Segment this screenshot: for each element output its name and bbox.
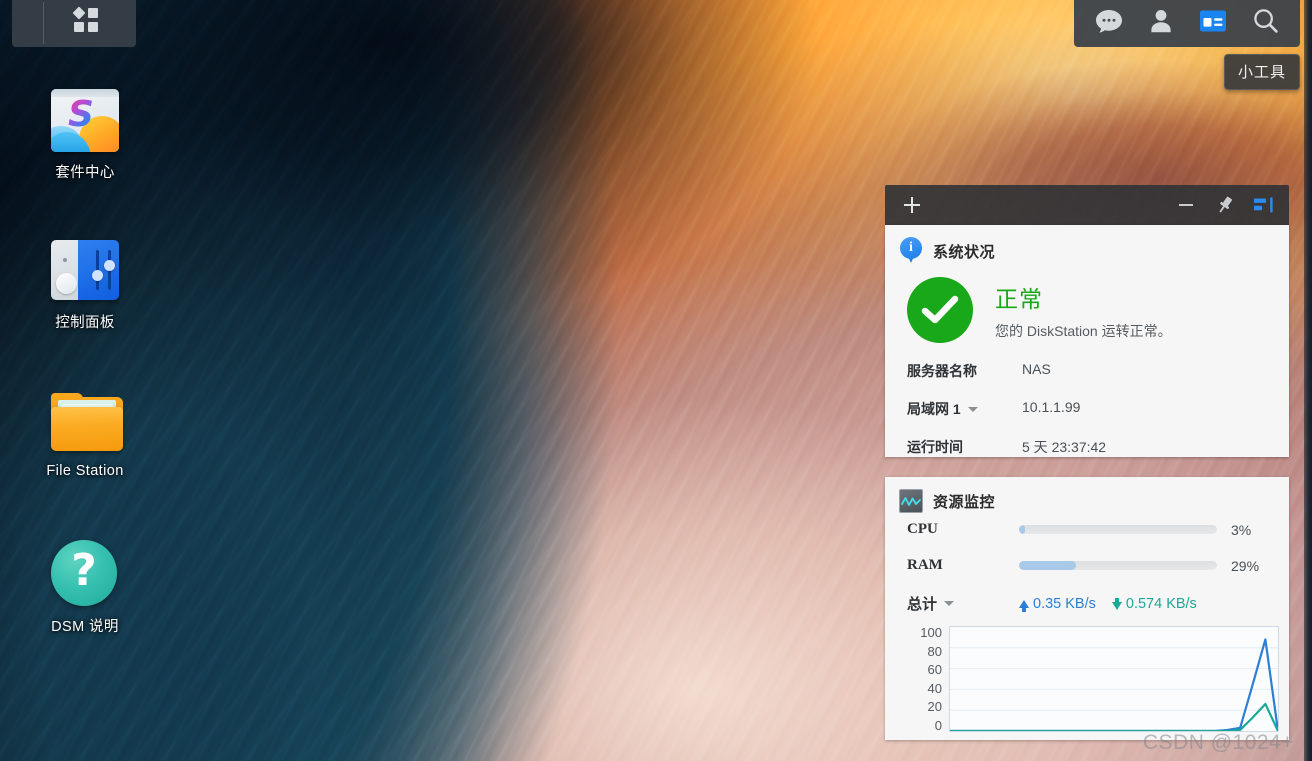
cpu-progress-fill [1019,525,1025,534]
package-center-icon: S [51,84,119,152]
desktop-icon-control-panel[interactable]: 控制面板 [22,234,148,332]
chart-series-line [950,639,1278,731]
ram-progress-fill [1019,561,1077,570]
network-row: 总计 0.35 KB/s 0.574 KB/s [885,593,1289,614]
system-health-title-row: i 系统状况 [885,225,1289,273]
desktop-icon-package-center[interactable]: S 套件中心 [22,84,148,182]
download-rate-value: 0.574 KB/s [1125,595,1197,612]
resource-monitor-card: 资源监控 CPU 3% RAM 29% 总计 0.35 KB/s 0.574 K… [885,477,1289,740]
chart-y-tick: 60 [927,662,942,678]
screen-edge [1304,0,1312,761]
chart-series-line [950,704,1278,731]
network-chart: 100 80 60 40 20 0 [885,624,1289,740]
chart-y-tick: 0 [934,717,942,733]
grid-menu-icon [71,6,99,33]
resource-monitor-icon [899,489,923,513]
minimize-button[interactable] [1171,190,1201,220]
notifications-icon[interactable] [1086,0,1132,43]
info-icon: i [899,237,923,265]
system-status-description: 您的 DiskStation 运转正常。 [995,322,1172,339]
desktop-icon-label: 套件中心 [55,165,115,181]
chevron-down-icon[interactable] [967,406,978,412]
taskbar-tray [1074,0,1300,47]
info-key: 服务器名称 [907,363,977,379]
cpu-value: 3% [1231,521,1252,538]
desktop-icon-label: DSM 说明 [51,619,119,635]
download-rate: 0.574 KB/s [1111,595,1197,612]
ram-value: 29% [1231,557,1260,574]
taskbar-divider [43,2,44,44]
chart-y-tick: 20 [927,699,942,715]
system-health-status: 正常 您的 DiskStation 运转正常。 [885,273,1289,361]
upload-rate: 0.35 KB/s [1019,596,1096,612]
file-station-icon [51,386,123,454]
info-row-server-name: 服务器名称 NAS [885,361,1289,381]
info-value: 10.1.1.99 [1022,399,1081,415]
info-key-lan-label: 局域网 1 [907,401,961,417]
info-key: 运行时间 [907,439,963,455]
desktop-icon-label: 控制面板 [55,315,115,331]
desktop: 小工具 S 套件中心 控制面板 File Station ? DSM 说明 i … [0,0,1312,761]
widgets-tooltip: 小工具 [1223,54,1300,90]
pin-button[interactable] [1210,190,1240,220]
info-row-lan[interactable]: 局域网 1 10.1.1.99 [885,399,1289,419]
resource-monitor-title: 资源监控 [933,493,996,511]
cpu-row: CPU 3% [885,521,1289,538]
resource-monitor-title-row: 资源监控 [885,477,1289,521]
desktop-icon-label: File Station [46,463,124,479]
chevron-down-icon[interactable] [944,601,955,606]
system-health-card: i 系统状况 正常 您的 DiskStation 运转正常。 服务器名称 NAS [885,225,1289,457]
system-health-title: 系统状况 [933,243,996,261]
chart-y-tick: 40 [927,680,942,696]
network-selector[interactable]: 总计 [907,593,1019,614]
chart-y-tick: 80 [927,643,942,659]
widget-panel-header [885,185,1289,225]
dock-right-button[interactable] [1249,190,1279,220]
ram-label: RAM [907,557,943,573]
search-icon[interactable] [1242,0,1288,43]
user-icon[interactable] [1138,0,1184,43]
cpu-progress-bar [1019,525,1217,534]
ram-row: RAM 29% [885,557,1289,574]
network-selector-label: 总计 [907,596,938,613]
desktop-icon-dsm-help[interactable]: ? DSM 说明 [22,538,148,636]
widget-panel: i 系统状况 正常 您的 DiskStation 运转正常。 服务器名称 NAS [885,185,1289,761]
add-widget-button[interactable] [897,190,927,220]
info-key-lan[interactable]: 局域网 1 [907,399,1022,419]
info-value: 5 天 23:37:42 [1022,439,1107,455]
chart-y-axis: 100 80 60 40 20 0 [907,626,949,732]
dsm-help-icon: ? [51,538,119,606]
check-circle-icon [907,277,973,343]
info-value: NAS [1022,361,1051,377]
system-status-text: 正常 [995,285,1043,312]
control-panel-icon [51,234,119,302]
desktop-icon-file-station[interactable]: File Station [22,386,148,479]
arrow-down-icon [1111,597,1122,610]
arrow-up-icon [1019,599,1029,612]
info-row-uptime: 运行时间 5 天 23:37:42 [885,437,1289,457]
ram-progress-bar [1019,561,1217,570]
upload-rate-value: 0.35 KB/s [1033,595,1096,612]
cpu-label: CPU [907,521,938,537]
widgets-icon[interactable] [1190,0,1236,43]
chart-y-tick: 100 [920,625,942,640]
main-menu-button[interactable] [12,0,136,47]
chart-plot-area [949,626,1279,732]
